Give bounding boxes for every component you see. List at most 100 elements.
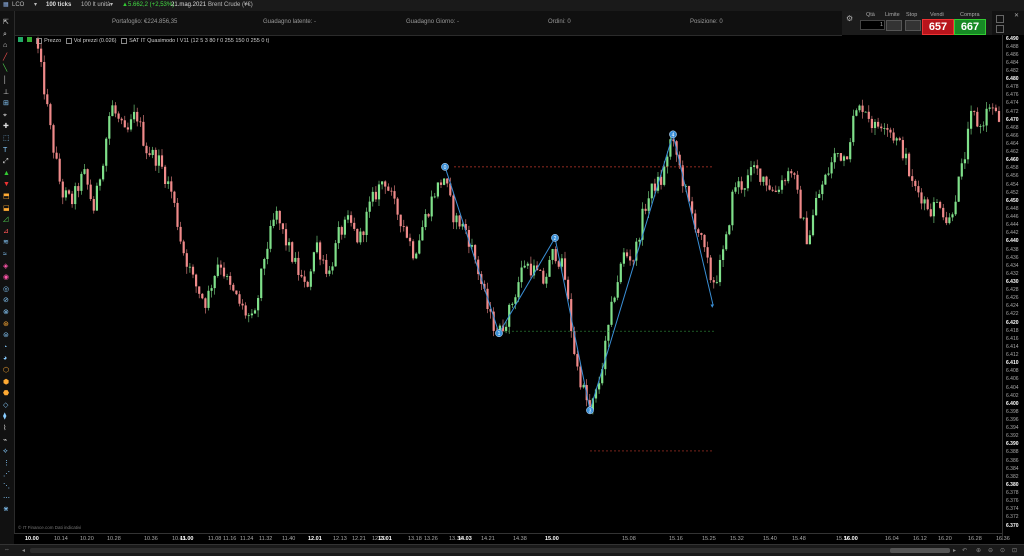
pattern-icon[interactable]: ◉ bbox=[3, 274, 9, 281]
price-tick-label: 6.398 bbox=[1006, 408, 1019, 415]
qty-input[interactable]: 1 bbox=[860, 20, 885, 30]
candle-body bbox=[898, 138, 901, 141]
circle-icon[interactable]: ⊜ bbox=[3, 332, 9, 339]
ellipse-icon[interactable]: ◎ bbox=[3, 286, 9, 293]
candle-body bbox=[880, 126, 883, 129]
wave-icon[interactable]: ≋ bbox=[3, 239, 9, 246]
fit-icon[interactable]: ⊡ bbox=[1012, 547, 1017, 554]
scrollbar-thumb[interactable] bbox=[890, 548, 950, 553]
diamond-icon[interactable]: ◇ bbox=[3, 402, 8, 409]
gann-icon[interactable]: ⌁ bbox=[3, 437, 7, 444]
price-tick-label: 6.470 bbox=[1006, 116, 1019, 123]
candle-body bbox=[935, 201, 939, 203]
stop-order-icon[interactable] bbox=[905, 20, 921, 31]
price-tick-label: 6.452 bbox=[1006, 189, 1019, 196]
limit-order-icon[interactable] bbox=[886, 20, 902, 31]
candle-body bbox=[802, 217, 805, 219]
crosshair-icon[interactable]: ⌖ bbox=[3, 112, 7, 119]
price-chart[interactable]: 0 1 2 3 4 ▾ bbox=[14, 35, 1002, 533]
candle-body bbox=[443, 178, 446, 185]
circle-icon[interactable]: ⊘ bbox=[3, 297, 9, 304]
wave-icon[interactable]: ≈ bbox=[3, 251, 7, 258]
zoom-in-icon[interactable]: ⊕ bbox=[976, 547, 981, 554]
text-icon[interactable]: T bbox=[3, 147, 7, 154]
trendline-icon[interactable]: ╱ bbox=[3, 54, 7, 61]
candle-body bbox=[520, 267, 523, 283]
grid-icon[interactable]: ▦ bbox=[3, 0, 9, 11]
grid-icon[interactable]: ⊞ bbox=[3, 100, 9, 107]
home-icon[interactable]: ⌂ bbox=[3, 42, 7, 49]
price-tick-label: 6.422 bbox=[1006, 311, 1019, 318]
arc-icon[interactable]: ◕ bbox=[3, 355, 7, 362]
candle-body bbox=[976, 111, 979, 127]
cursor-icon[interactable]: ⇱ bbox=[3, 19, 9, 26]
channel-icon[interactable]: ◿ bbox=[3, 216, 8, 223]
dots-icon[interactable]: ⋯ bbox=[3, 495, 10, 502]
candle-body bbox=[889, 129, 892, 133]
vertical-line-icon[interactable]: │ bbox=[3, 77, 7, 84]
candle-body bbox=[923, 199, 926, 204]
time-tick-label: 16.04 bbox=[885, 536, 899, 542]
chevron-down-icon[interactable]: ▾ bbox=[110, 0, 113, 11]
price-tick-label: 6.442 bbox=[1006, 230, 1019, 237]
expand-icon[interactable]: ⇔ bbox=[4, 547, 10, 553]
pattern-icon[interactable]: ◈ bbox=[3, 263, 8, 270]
timeframe-selector[interactable]: 100 ticks bbox=[46, 0, 71, 11]
candle-body bbox=[133, 111, 136, 120]
buy-marker-icon[interactable]: ▲ bbox=[3, 170, 10, 177]
candle-body bbox=[948, 217, 951, 224]
zoom-reset-icon[interactable]: ⊙ bbox=[1000, 547, 1005, 554]
buy-button[interactable]: 667 bbox=[954, 19, 986, 35]
close-icon[interactable]: ✕ bbox=[1014, 12, 1019, 19]
price-tick-label: 6.408 bbox=[1006, 368, 1019, 375]
dots-icon[interactable]: ⋇ bbox=[3, 506, 9, 513]
scroll-right-icon[interactable]: ▸ bbox=[953, 547, 956, 554]
zoom-out-icon[interactable]: ⊖ bbox=[988, 547, 993, 554]
circle-icon[interactable]: ⊗ bbox=[3, 309, 9, 316]
price-axis[interactable]: 6.490 6.488 6.486 6.484 6.482 6.480 6.478 6.476… bbox=[1002, 35, 1024, 540]
hexagon-icon[interactable]: ⬣ bbox=[3, 390, 9, 397]
settings-icon[interactable]: ⚙ bbox=[846, 14, 853, 23]
footer-credit: © IT Finance.com Dati indicativi bbox=[18, 525, 82, 530]
ray-icon[interactable]: ╲ bbox=[3, 65, 7, 72]
candle-body bbox=[973, 110, 976, 112]
instrument-selector[interactable]: LCO bbox=[12, 0, 24, 11]
triangle-icon[interactable]: ⊿ bbox=[3, 228, 9, 235]
scroll-left-icon[interactable]: ◂ bbox=[22, 547, 25, 554]
dots-icon[interactable]: ⋱ bbox=[3, 483, 10, 490]
fibonacci-fan-icon[interactable]: ⬓ bbox=[3, 205, 10, 212]
candle-body bbox=[306, 281, 309, 287]
layout-icon[interactable] bbox=[996, 25, 1004, 33]
candle-body bbox=[811, 215, 815, 236]
stop-label[interactable]: Stop bbox=[906, 12, 917, 18]
magnifier-icon[interactable]: ⌕ bbox=[3, 31, 7, 38]
candle-body bbox=[105, 138, 108, 166]
sell-marker-icon[interactable]: ▼ bbox=[3, 181, 10, 188]
dots-icon[interactable]: ⋰ bbox=[3, 471, 10, 478]
fibonacci-icon[interactable]: ⬒ bbox=[3, 193, 10, 200]
candle-body bbox=[929, 209, 932, 217]
pitchfork-icon[interactable]: ⟡ bbox=[3, 448, 8, 455]
undo-icon[interactable]: ↶ bbox=[962, 547, 967, 554]
chevron-down-icon[interactable]: ▾ bbox=[34, 0, 37, 11]
rectangle-icon[interactable]: ⬚ bbox=[3, 135, 10, 142]
candle-body bbox=[988, 107, 991, 109]
expand-icon[interactable]: ⤢ bbox=[3, 158, 9, 165]
plus-icon[interactable]: ✚ bbox=[3, 123, 9, 130]
star-icon[interactable]: ⊛ bbox=[3, 321, 9, 328]
price-tick-label: 6.428 bbox=[1006, 287, 1019, 294]
arc-icon[interactable]: ◔ bbox=[3, 344, 7, 351]
dots-icon[interactable]: ⋮ bbox=[3, 460, 10, 467]
sell-button[interactable]: 657 bbox=[922, 19, 954, 35]
horizontal-scrollbar[interactable] bbox=[30, 548, 950, 553]
hexagon-icon[interactable]: ⬢ bbox=[3, 379, 9, 386]
gann-icon[interactable]: ⌇ bbox=[3, 425, 6, 432]
horizontal-line-icon[interactable]: ⊥ bbox=[3, 89, 9, 96]
position-count[interactable]: Posizione: 0 bbox=[690, 19, 723, 25]
layout-icon[interactable] bbox=[996, 15, 1004, 23]
limit-label[interactable]: Limite bbox=[885, 12, 900, 18]
hexagon-icon[interactable]: ⬡ bbox=[3, 367, 9, 374]
units-selector[interactable]: 100 lt unità bbox=[81, 0, 110, 11]
orders-count[interactable]: Ordini: 0 bbox=[548, 19, 571, 25]
diamond-icon[interactable]: ⧫ bbox=[3, 413, 6, 420]
